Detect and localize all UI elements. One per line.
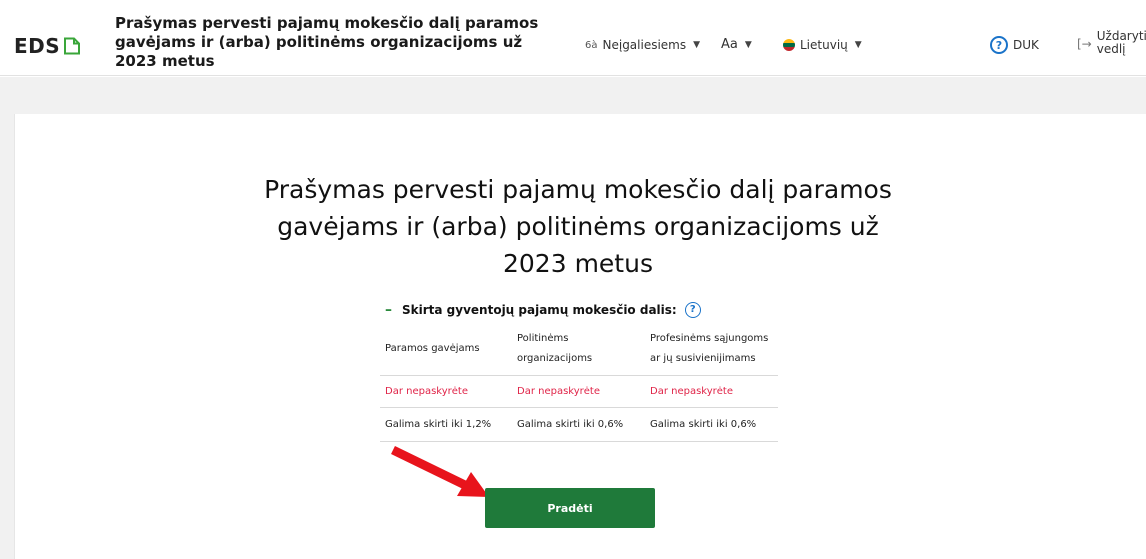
accessibility-menu[interactable]: 6à Neįgaliesiems ▼ — [585, 38, 700, 52]
status-text: Dar nepaskyrėte — [517, 385, 600, 397]
section-toggle[interactable]: – Skirta gyventojų pajamų mokesčio dalis… — [385, 302, 701, 318]
font-size-menu[interactable]: Aa ▼ — [721, 37, 752, 52]
logo-text: EDS — [14, 34, 61, 58]
limit-text: Galima skirti iki 1,2% — [385, 418, 492, 430]
table-row: Galima skirti iki 1,2% Galima skirti iki… — [380, 408, 778, 442]
start-button[interactable]: Pradėti — [485, 488, 655, 528]
language-menu[interactable]: Lietuvių ▼ — [783, 38, 862, 52]
page-title: Prašymas pervesti pajamų mokesčio dalį p… — [264, 175, 892, 278]
column-header: Profesinėms sąjungoms ar jų susivienijim… — [650, 332, 769, 364]
chevron-down-icon: ▼ — [854, 40, 862, 50]
help-icon[interactable]: ? — [684, 302, 701, 318]
lithuania-flag-icon — [783, 39, 795, 51]
table-row: Dar nepaskyrėte Dar nepaskyrėte Dar nepa… — [380, 376, 778, 408]
faq-label: DUK — [1013, 38, 1039, 52]
accessibility-icon: 6à — [585, 39, 598, 51]
status-text: Dar nepaskyrėte — [650, 385, 733, 397]
font-size-label: Aa — [721, 37, 738, 52]
exit-icon: [→ — [1077, 37, 1092, 51]
faq-link[interactable]: ? DUK — [990, 36, 1039, 54]
chevron-down-icon: ▼ — [744, 39, 752, 50]
status-text: Dar nepaskyrėte — [385, 385, 468, 397]
document-icon — [64, 37, 81, 55]
top-header: EDS Prašymas pervesti pajamų mokesčio da… — [0, 0, 1146, 76]
collapse-icon: – — [385, 302, 392, 318]
help-icon: ? — [990, 36, 1008, 54]
limit-text: Galima skirti iki 0,6% — [517, 418, 624, 430]
column-header: Paramos gavėjams — [385, 342, 480, 354]
header-title: Prašymas pervesti pajamų mokesčio dalį p… — [115, 14, 539, 70]
chevron-down-icon: ▼ — [693, 40, 701, 50]
section-title: Skirta gyventojų pajamų mokesčio dalis: — [402, 303, 677, 317]
close-wizard-label: Uždaryti vedlį — [1096, 29, 1146, 56]
allocation-table: Paramos gavėjams Politinėms organizacijo… — [380, 322, 778, 442]
annotation-arrow-icon — [391, 445, 489, 497]
limit-text: Galima skirti iki 0,6% — [650, 418, 757, 430]
language-label: Lietuvių — [800, 38, 848, 52]
column-header: Politinėms organizacijoms — [517, 332, 593, 364]
accessibility-label: Neįgaliesiems — [602, 38, 687, 52]
close-wizard-button[interactable]: [→ Uždaryti vedlį — [1077, 30, 1146, 56]
eds-logo[interactable]: EDS — [14, 36, 81, 56]
table-header-row: Paramos gavėjams Politinėms organizacijo… — [380, 322, 778, 376]
